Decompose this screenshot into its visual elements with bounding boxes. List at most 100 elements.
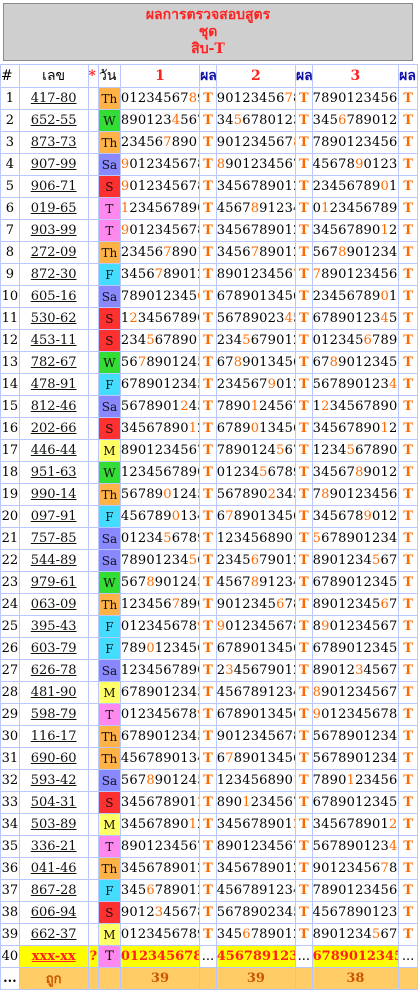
prediction-number-cell[interactable]: xxx-xx xyxy=(18,945,89,968)
row-number-link[interactable]: 606-94 xyxy=(31,905,77,920)
row-number-cell[interactable]: 867-28 xyxy=(18,879,89,902)
row-number-cell[interactable]: 606-94 xyxy=(18,901,89,924)
row-number-cell[interactable]: 812-46 xyxy=(18,395,89,418)
row-number-cell[interactable]: 395-43 xyxy=(18,615,89,638)
row-formula-1: 6789012345 xyxy=(119,681,201,704)
row-formula-1: 5678901245 xyxy=(119,483,201,506)
row-day: T xyxy=(97,219,121,242)
row-number-link[interactable]: 690-60 xyxy=(31,751,77,766)
row-number-link[interactable]: 867-28 xyxy=(31,883,77,898)
row-number-link[interactable]: 990-14 xyxy=(31,487,77,502)
row-formula-2: 3456789012 xyxy=(215,219,296,242)
row-number-cell[interactable]: 979-61 xyxy=(18,571,89,594)
row-number-link[interactable]: 903-99 xyxy=(31,223,77,238)
row-number-link[interactable]: 605-16 xyxy=(31,289,77,304)
row-number-cell[interactable]: 530-62 xyxy=(18,307,89,330)
row-index: 26 xyxy=(0,637,20,660)
row-number-cell[interactable]: 906-71 xyxy=(18,175,89,198)
row-number-link[interactable]: 063-09 xyxy=(31,597,77,612)
row-number-cell[interactable]: 757-85 xyxy=(18,527,89,550)
row-number-link[interactable]: 453-11 xyxy=(31,333,77,348)
row-number-cell[interactable]: 652-55 xyxy=(18,109,89,132)
row-number-cell[interactable]: 598-79 xyxy=(18,703,89,726)
row-number-link[interactable]: 202-66 xyxy=(31,421,77,436)
row-number-link[interactable]: 097-91 xyxy=(31,509,77,524)
row-number-link[interactable]: 504-31 xyxy=(31,795,77,810)
row-result-3: T xyxy=(398,637,418,660)
row-number-cell[interactable]: 097-91 xyxy=(18,505,89,528)
row-result-2: T xyxy=(294,901,313,924)
row-number-cell[interactable]: 041-46 xyxy=(18,857,89,880)
row-formula-1: 1234567890 xyxy=(119,461,201,484)
row-number-cell[interactable]: 503-89 xyxy=(18,813,89,836)
row-number-link[interactable]: 907-99 xyxy=(31,157,77,172)
row-number-cell[interactable]: 951-63 xyxy=(18,461,89,484)
row-number-cell[interactable]: 019-65 xyxy=(18,197,89,220)
row-formula-2: 5678902345 xyxy=(215,901,296,924)
row-number-cell[interactable]: 202-66 xyxy=(18,417,89,440)
row-number-link[interactable]: 481-90 xyxy=(31,685,77,700)
row-number-link[interactable]: 951-63 xyxy=(31,465,77,480)
row-number-link[interactable]: 603-79 xyxy=(31,641,77,656)
row-number-link[interactable]: 041-46 xyxy=(31,861,77,876)
row-formula-1: 9012345678 xyxy=(119,175,201,198)
row-number-link[interactable]: 652-55 xyxy=(31,113,77,128)
header-formula-1: 1 xyxy=(119,64,201,88)
row-number-link[interactable]: 272-09 xyxy=(31,245,77,260)
row-star xyxy=(87,681,99,704)
row-result-3: T xyxy=(398,549,418,572)
row-number-cell[interactable]: 872-30 xyxy=(18,263,89,286)
row-number-cell[interactable]: 446-44 xyxy=(18,439,89,462)
row-number-cell[interactable]: 873-73 xyxy=(18,131,89,154)
row-number-cell[interactable]: 417-80 xyxy=(18,87,89,110)
row-number-link[interactable]: 417-80 xyxy=(31,91,77,106)
row-number-link[interactable]: 662-37 xyxy=(31,927,77,942)
row-number-link[interactable]: 598-79 xyxy=(31,707,77,722)
row-result-2: T xyxy=(294,923,313,946)
row-number-link[interactable]: 906-71 xyxy=(31,179,77,194)
row-number-link[interactable]: 979-61 xyxy=(31,575,77,590)
row-formula-2: 0123456789 xyxy=(215,461,296,484)
row-number-link[interactable]: 116-17 xyxy=(31,729,77,744)
row-number-cell[interactable]: 453-11 xyxy=(18,329,89,352)
row-number-link[interactable]: 019-65 xyxy=(31,201,77,216)
row-number-cell[interactable]: 063-09 xyxy=(18,593,89,616)
row-number-cell[interactable]: 272-09 xyxy=(18,241,89,264)
row-number-link[interactable]: 757-85 xyxy=(31,531,77,546)
row-number-link[interactable]: 478-91 xyxy=(31,377,77,392)
row-star xyxy=(87,813,99,836)
row-number-cell[interactable]: 481-90 xyxy=(18,681,89,704)
row-number-cell[interactable]: 336-21 xyxy=(18,835,89,858)
row-number-link[interactable]: 812-46 xyxy=(31,399,77,414)
row-number-cell[interactable]: 903-99 xyxy=(18,219,89,242)
row-number-cell[interactable]: 478-91 xyxy=(18,373,89,396)
row-number-cell[interactable]: 782-67 xyxy=(18,351,89,374)
row-number-link[interactable]: 336-21 xyxy=(31,839,77,854)
row-number-cell[interactable]: 593-42 xyxy=(18,769,89,792)
row-number-link[interactable]: 530-62 xyxy=(31,311,77,326)
row-number-cell[interactable]: 605-16 xyxy=(18,285,89,308)
row-number-link[interactable]: 626-78 xyxy=(31,663,77,678)
table-row: 5906-71S9012345678T3456789012T2345678901… xyxy=(0,175,418,198)
row-number-cell[interactable]: 603-79 xyxy=(18,637,89,660)
row-number-cell[interactable]: 690-60 xyxy=(18,747,89,770)
row-number-link[interactable]: 593-42 xyxy=(31,773,77,788)
row-number-cell[interactable]: 990-14 xyxy=(18,483,89,506)
row-number-cell[interactable]: 544-89 xyxy=(18,549,89,572)
row-number-link[interactable]: 872-30 xyxy=(31,267,77,282)
row-number-cell[interactable]: 907-99 xyxy=(18,153,89,176)
row-result-1: T xyxy=(199,153,217,176)
row-number-link[interactable]: 395-43 xyxy=(31,619,77,634)
table-row: 24063-09Th1234567890T9012345678T89012345… xyxy=(0,593,418,616)
row-number-cell[interactable]: 116-17 xyxy=(18,725,89,748)
row-number-link[interactable]: 873-73 xyxy=(31,135,77,150)
row-number-link[interactable]: 544-89 xyxy=(31,553,77,568)
row-number-link[interactable]: 782-67 xyxy=(31,355,77,370)
row-number-cell[interactable]: 626-78 xyxy=(18,659,89,682)
prediction-number[interactable]: xxx-xx xyxy=(32,949,76,964)
table-row: 11530-62S1234567890T5678902345T678901234… xyxy=(0,307,418,330)
row-number-cell[interactable]: 504-31 xyxy=(18,791,89,814)
row-number-link[interactable]: 503-89 xyxy=(31,817,77,832)
row-number-cell[interactable]: 662-37 xyxy=(18,923,89,946)
row-number-link[interactable]: 446-44 xyxy=(31,443,77,458)
